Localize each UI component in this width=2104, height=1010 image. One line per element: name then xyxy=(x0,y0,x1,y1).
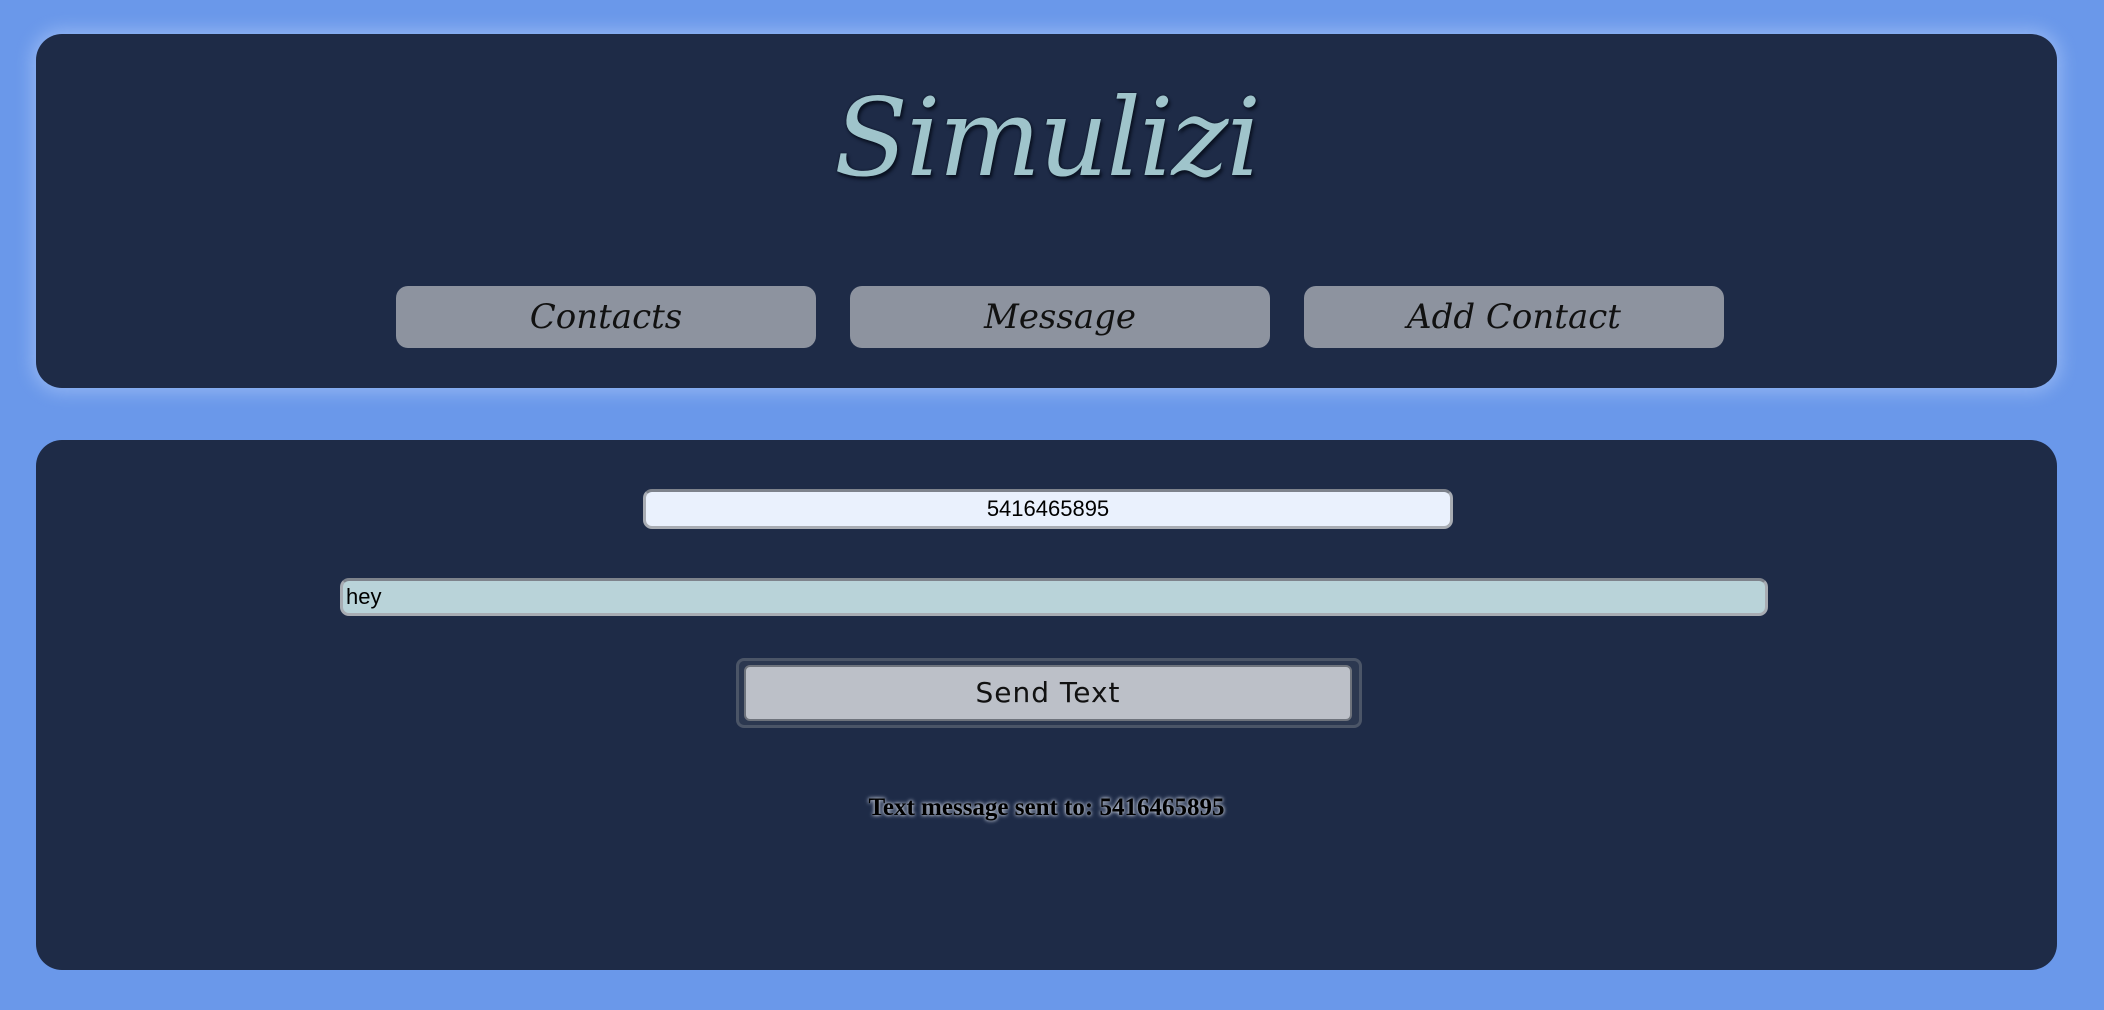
add-contact-button[interactable]: Add Contact xyxy=(1304,286,1724,348)
send-button-frame: Send Text xyxy=(736,658,1362,728)
phone-number-input[interactable] xyxy=(643,489,1453,529)
message-text-input[interactable] xyxy=(340,578,1768,616)
header-panel: Simulizi Contacts Message Add Contact xyxy=(36,34,2057,388)
status-message: Text message sent to: 5416465895 xyxy=(868,794,1225,821)
contacts-button[interactable]: Contacts xyxy=(396,286,816,348)
app-title: Simulizi xyxy=(833,76,1261,201)
message-panel: Send Text Text message sent to: 54164658… xyxy=(36,440,2057,970)
send-text-button[interactable]: Send Text xyxy=(744,665,1352,721)
message-button[interactable]: Message xyxy=(850,286,1270,348)
